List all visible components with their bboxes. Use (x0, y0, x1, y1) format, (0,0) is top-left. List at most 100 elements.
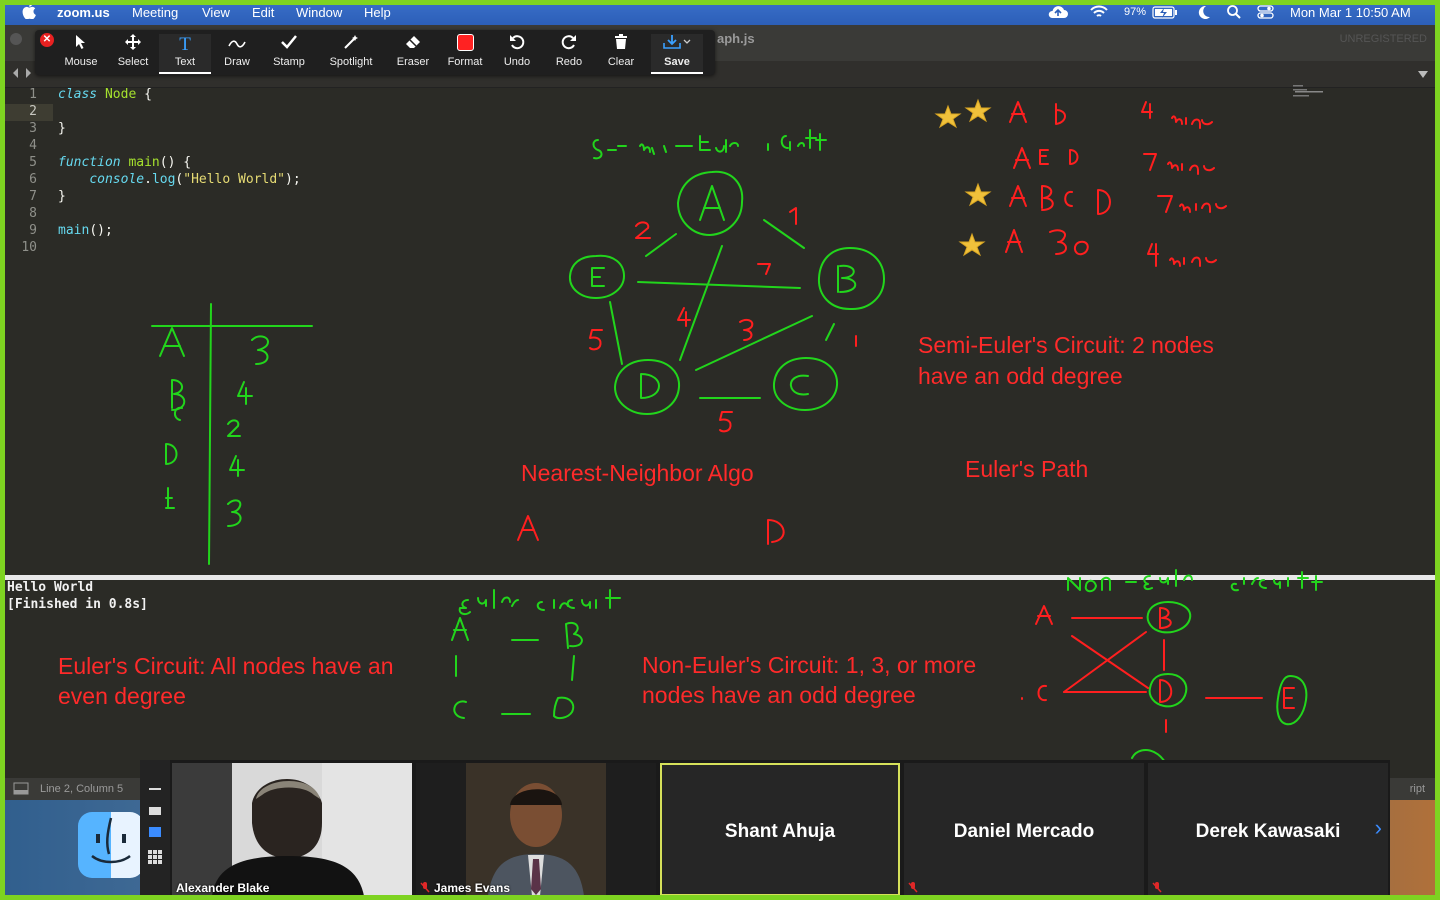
participant-video-feed (172, 763, 412, 896)
panel-toggle-icon[interactable] (13, 782, 29, 795)
next-page-chevron-icon[interactable]: › (1375, 815, 1382, 841)
participant-name: Alexander Blake (176, 881, 270, 895)
undo-icon (491, 34, 543, 56)
do-not-disturb-moon-icon[interactable] (1197, 5, 1211, 20)
cursor-arrow-icon (55, 34, 107, 56)
text-t-icon: T (179, 34, 191, 55)
euler-path-text[interactable]: Euler's Path (965, 454, 1088, 485)
menu-app-name[interactable]: zoom.us (57, 5, 110, 20)
muted-mic-icon (908, 882, 918, 893)
tool-stamp[interactable]: Stamp (263, 34, 315, 72)
tool-mouse[interactable]: Mouse (55, 34, 107, 72)
annotation-toolbar: Mouse Select T Text Draw Stamp Spotlight… (35, 30, 715, 75)
magic-wand-icon (325, 34, 377, 56)
tool-draw[interactable]: Draw (211, 34, 263, 72)
line-number: 5 (29, 155, 37, 170)
control-center-icon[interactable] (1257, 5, 1274, 20)
line-number: 6 (29, 172, 37, 187)
participant-name: James Evans (434, 881, 511, 895)
code-keyword: function (58, 155, 121, 170)
code-punct: ); (285, 172, 301, 187)
participant-tile[interactable]: Derek Kawasaki (1148, 763, 1388, 896)
tool-spotlight[interactable]: Spotlight (325, 34, 377, 72)
code-line-6[interactable]: console.log("Hello World"); (58, 172, 301, 187)
cursor-position: Line 2, Column 5 (40, 783, 124, 795)
code-line-1[interactable]: class Node { (58, 87, 152, 102)
window-close-dot[interactable] (10, 33, 22, 45)
tool-select[interactable]: Select (107, 34, 159, 72)
gallery-grid-icon[interactable] (148, 850, 162, 864)
participant-tile[interactable]: Daniel Mercado (904, 763, 1144, 896)
spotlight-search-icon[interactable] (1227, 5, 1241, 19)
menu-view[interactable]: View (202, 5, 230, 20)
line-number: 10 (21, 240, 37, 255)
battery-charging-icon[interactable] (1152, 6, 1178, 19)
tool-label: Stamp (273, 56, 305, 68)
semi-euler-text-line1[interactable]: Semi-Euler's Circuit: 2 nodes (918, 330, 1214, 361)
code-line-3[interactable]: } (58, 121, 66, 136)
unregistered-label: UNREGISTERED (1339, 33, 1427, 45)
editor-document-title: aph.js (717, 31, 755, 46)
strip-view-icon[interactable] (149, 827, 161, 837)
participant-name: Derek Kawasaki (1195, 821, 1341, 842)
menu-window[interactable]: Window (296, 5, 342, 20)
code-keyword: class (58, 87, 98, 102)
participant-mute-status (908, 881, 922, 895)
tool-format[interactable]: Format (439, 34, 491, 72)
menu-meeting[interactable]: Meeting (132, 5, 178, 20)
menu-edit[interactable]: Edit (252, 5, 274, 20)
console-output-line: Hello World (7, 580, 94, 595)
minimize-icon[interactable] (149, 788, 161, 790)
line-number: 7 (29, 189, 37, 204)
participant-name-tag: James Evans (420, 881, 510, 895)
apple-icon[interactable] (22, 3, 36, 19)
euler-circuit-text-line2[interactable]: even degree (58, 681, 186, 712)
tool-label: Spotlight (329, 56, 373, 68)
tab-nav-arrows-icon[interactable] (11, 67, 35, 79)
tool-label: Text (174, 56, 196, 68)
tab-overflow-chevron-icon[interactable] (1417, 69, 1429, 79)
code-line-9[interactable]: main(); (58, 223, 113, 238)
tool-label: Mouse (64, 56, 98, 68)
participant-tile[interactable]: Alexander Blake (172, 763, 412, 896)
tool-undo[interactable]: Undo (491, 34, 543, 72)
syntax-mode-label[interactable]: ript (1410, 783, 1425, 795)
single-video-icon[interactable] (149, 807, 161, 815)
nearest-neighbor-text[interactable]: Nearest-Neighbor Algo (521, 458, 754, 489)
tool-text[interactable]: T Text (159, 34, 211, 74)
line-number: 9 (29, 223, 37, 238)
code-method: log (151, 172, 176, 187)
tool-redo[interactable]: Redo (543, 34, 595, 72)
cloud-upload-icon[interactable] (1047, 4, 1069, 20)
finder-face-icon (91, 817, 131, 864)
wifi-icon[interactable] (1090, 5, 1108, 19)
non-euler-text-line2[interactable]: nodes have an odd degree (642, 680, 916, 711)
code-punct: } (58, 121, 66, 136)
line-number: 2 (29, 104, 37, 119)
annotation-close-icon[interactable]: ✕ (40, 33, 54, 47)
code-punct: { (136, 87, 152, 102)
redo-icon (543, 34, 595, 56)
tool-clear[interactable]: Clear (595, 34, 647, 72)
participant-tile-active-speaker[interactable]: Shant Ahuja (660, 763, 900, 896)
code-call: main (58, 223, 90, 238)
console-output-line: [Finished in 0.8s] (7, 597, 148, 612)
participant-name: Daniel Mercado (953, 821, 1095, 842)
tool-eraser[interactable]: Eraser (387, 34, 439, 72)
code-line-7[interactable]: } (58, 189, 66, 204)
finder-dock-icon[interactable] (78, 812, 144, 878)
code-punct: () { (159, 155, 192, 170)
semi-euler-text-line2[interactable]: have an odd degree (918, 361, 1123, 392)
menu-bar: zoom.us Meeting View Edit Window Help 97… (0, 0, 1440, 25)
participant-tile[interactable]: James Evans (416, 763, 656, 896)
editor-minimap[interactable] (1293, 85, 1333, 105)
non-euler-text-line1[interactable]: Non-Euler's Circuit: 1, 3, or more (642, 650, 976, 681)
code-line-5[interactable]: function main() { (58, 155, 191, 170)
menu-help[interactable]: Help (364, 5, 391, 20)
participant-mute-status (1152, 881, 1166, 895)
participant-video-feed (416, 763, 656, 896)
euler-circuit-text-line1[interactable]: Euler's Circuit: All nodes have an (58, 651, 394, 682)
menubar-clock[interactable]: Mon Mar 1 10:50 AM (1290, 5, 1411, 20)
line-number: 1 (29, 87, 37, 102)
tool-save[interactable]: Save (651, 34, 703, 74)
